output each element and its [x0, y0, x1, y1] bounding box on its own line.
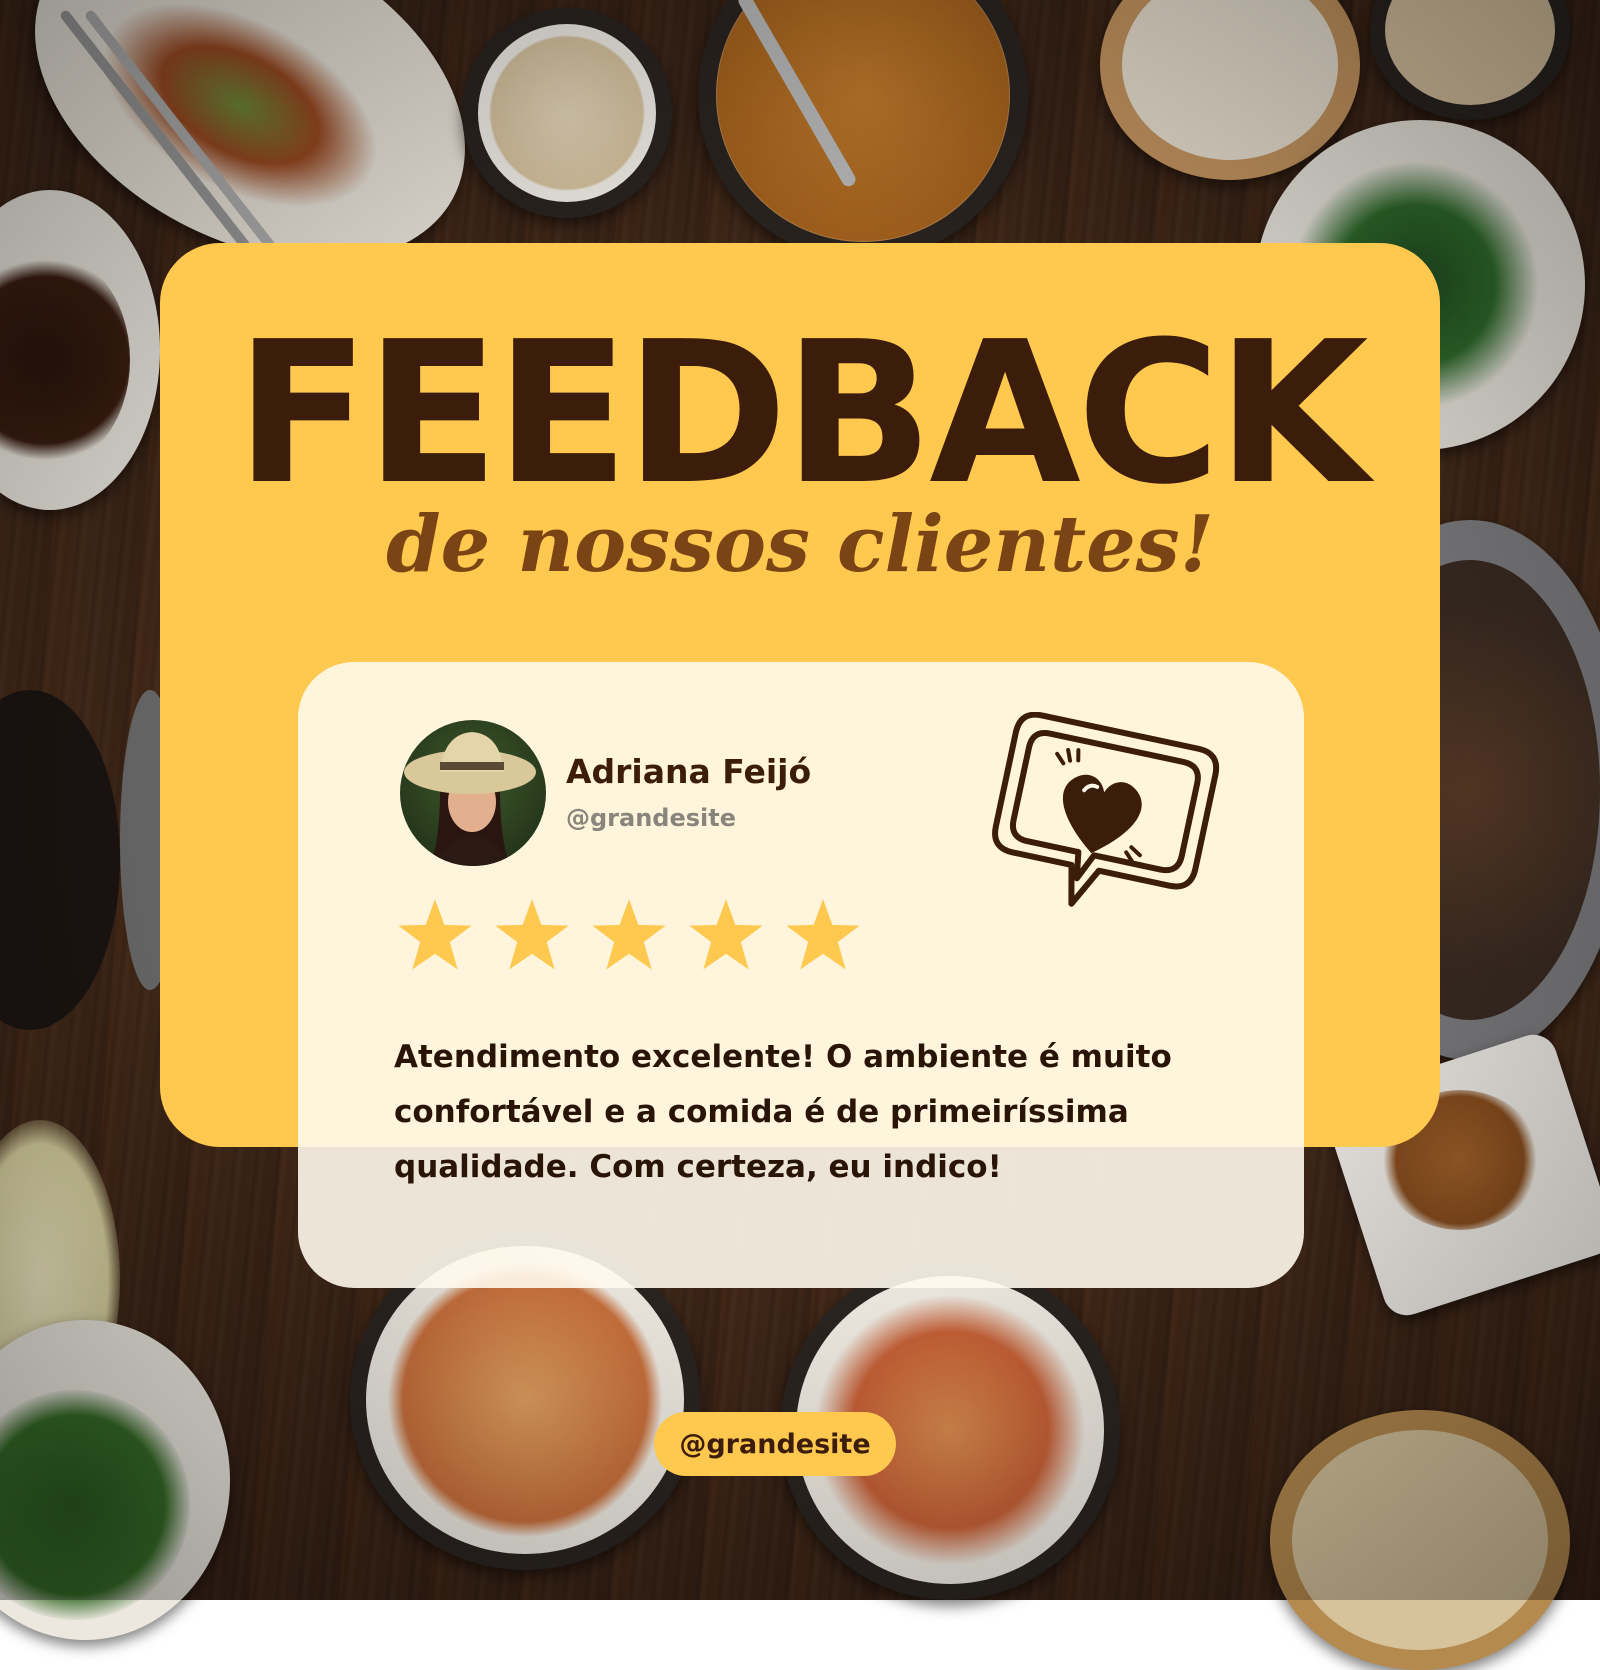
rating-stars — [396, 896, 862, 974]
author-name: Adriana Feijó — [566, 752, 812, 791]
star-icon — [495, 899, 569, 970]
page-subtitle: de nossos clientes! — [386, 499, 1214, 590]
star-icon — [786, 899, 860, 970]
page-title: FEEDBACK — [235, 300, 1368, 528]
footer-handle-badge[interactable]: @grandesite — [654, 1412, 896, 1476]
author-handle: @grandesite — [566, 804, 737, 832]
heart-speech-bubble-icon — [992, 712, 1220, 907]
avatar-portrait-icon — [400, 720, 546, 866]
star-icon — [592, 899, 666, 970]
star-icon — [689, 899, 763, 970]
star-icon — [398, 899, 472, 970]
footer-handle-label: @grandesite — [679, 1428, 871, 1460]
review-text: Atendimento excelente! O ambiente é muit… — [394, 1039, 1172, 1185]
avatar — [400, 720, 546, 866]
